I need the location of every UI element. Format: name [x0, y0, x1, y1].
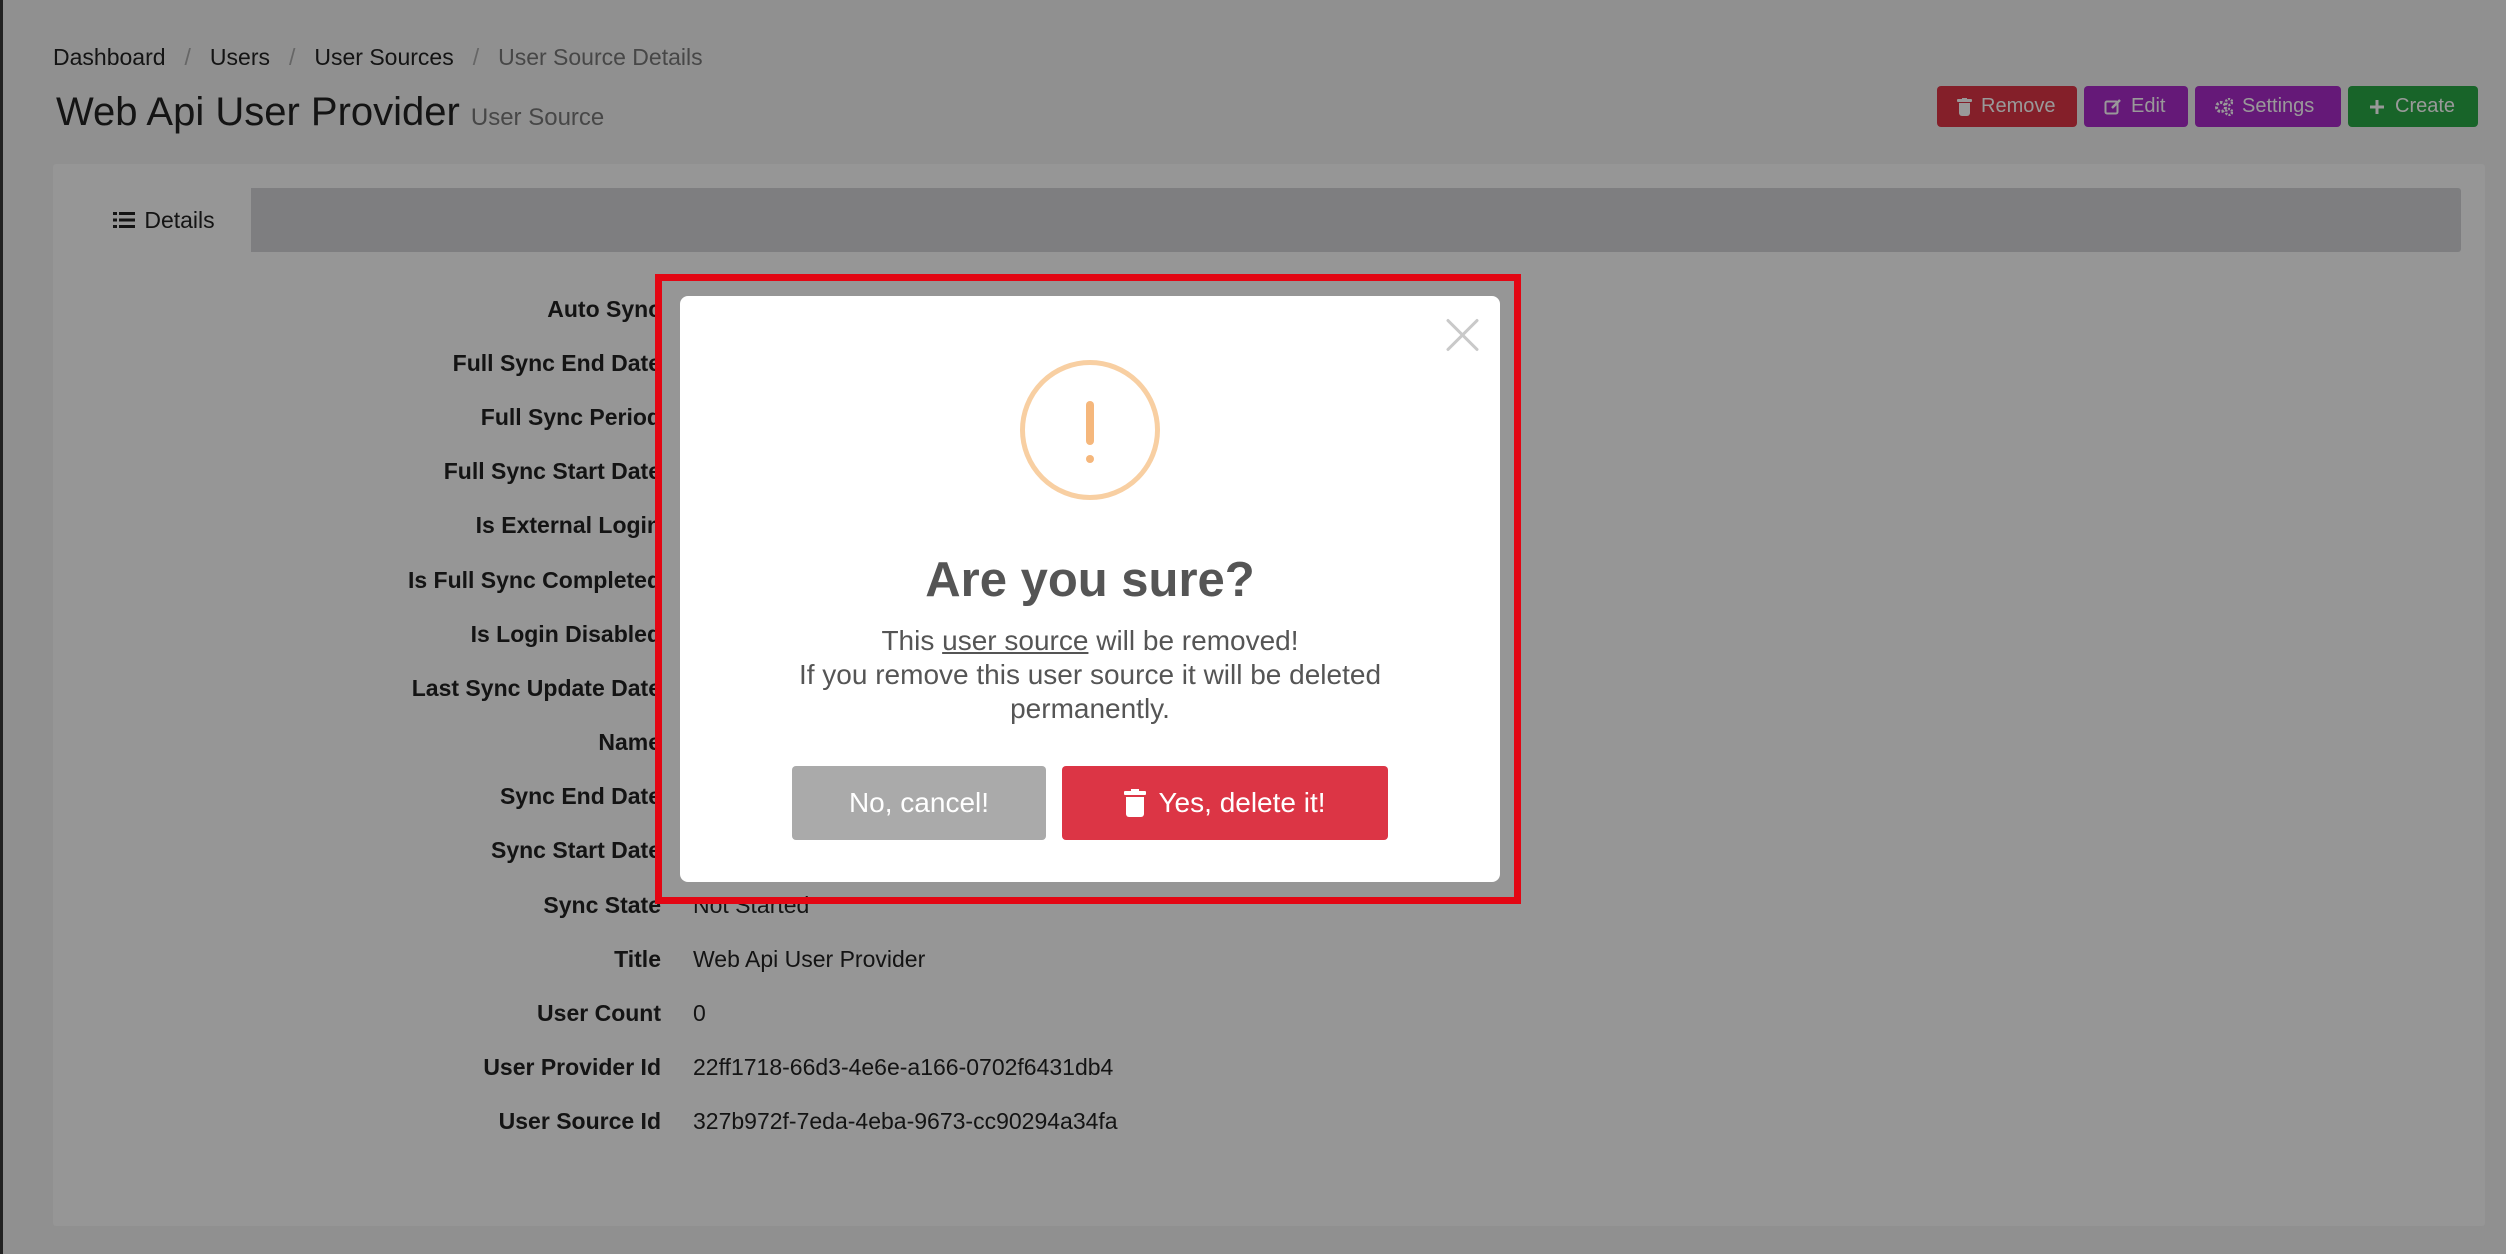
dialog-text-line2: If you remove this user source it will b…: [798, 659, 1382, 724]
dialog-text-suffix: will be removed!: [1096, 625, 1299, 656]
confirm-dialog: Are you sure? This user source will be r…: [680, 296, 1500, 882]
dialog-title: Are you sure?: [925, 553, 1255, 607]
cancel-button[interactable]: No, cancel!: [792, 766, 1046, 840]
dialog-text-prefix: This: [881, 625, 935, 656]
warning-icon: [1020, 360, 1160, 500]
close-icon[interactable]: [1444, 316, 1480, 352]
dialog-actions: No, cancel! Yes, delete it!: [680, 766, 1500, 840]
dialog-message: This user source will be removed! If you…: [760, 624, 1420, 726]
confirm-delete-button[interactable]: Yes, delete it!: [1062, 766, 1388, 840]
confirm-delete-label: Yes, delete it!: [1158, 787, 1326, 818]
dialog-text-link: user source: [942, 625, 1089, 656]
trash-icon: [1124, 789, 1147, 817]
